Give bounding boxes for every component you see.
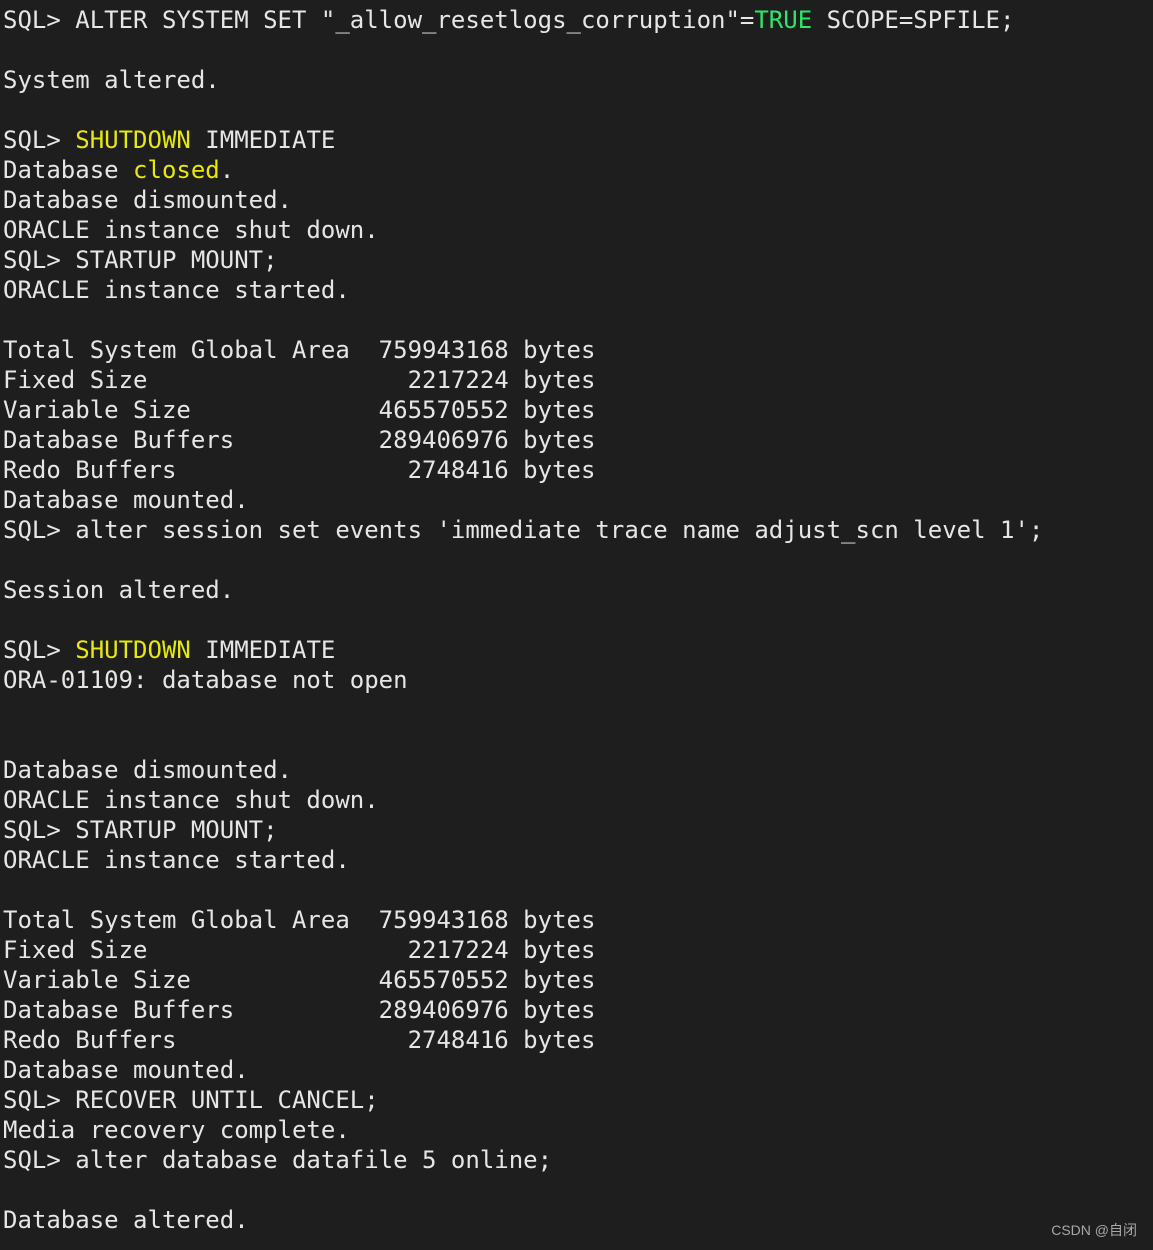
terminal-line: ORACLE instance started. — [3, 845, 1043, 875]
terminal-text: SCOPE=SPFILE; — [812, 6, 1015, 34]
terminal-line: SQL> ALTER SYSTEM SET "_allow_resetlogs_… — [3, 5, 1043, 35]
terminal-text: Session altered. — [3, 576, 235, 604]
terminal-line: Total System Global Area 759943168 bytes — [3, 905, 1043, 935]
terminal-line: SQL> RECOVER UNTIL CANCEL; — [3, 1085, 1043, 1115]
highlighted-keyword: closed — [133, 156, 220, 184]
terminal-line: SQL> SHUTDOWN IMMEDIATE — [3, 125, 1043, 155]
terminal-line: Database mounted. — [3, 1055, 1043, 1085]
csdn-watermark: CSDN @自闭 — [1051, 1222, 1137, 1238]
terminal-text: Total System Global Area 759943168 bytes — [3, 336, 596, 364]
terminal-line: SQL> SHUTDOWN IMMEDIATE — [3, 635, 1043, 665]
terminal-line: ORA-01109: database not open — [3, 665, 1043, 695]
terminal-text: SQL> ALTER SYSTEM SET "_allow_resetlogs_… — [3, 6, 755, 34]
terminal-line: SQL> STARTUP MOUNT; — [3, 815, 1043, 845]
terminal-line: ORACLE instance shut down. — [3, 215, 1043, 245]
terminal-line: Fixed Size 2217224 bytes — [3, 365, 1043, 395]
terminal-line: Database dismounted. — [3, 185, 1043, 215]
terminal-line: ORACLE instance started. — [3, 275, 1043, 305]
terminal-text: Database dismounted. — [3, 756, 292, 784]
terminal-text: Redo Buffers 2748416 bytes — [3, 456, 596, 484]
terminal-text: Database Buffers 289406976 bytes — [3, 996, 596, 1024]
terminal-text: Fixed Size 2217224 bytes — [3, 936, 596, 964]
terminal-text: SQL> RECOVER UNTIL CANCEL; — [3, 1086, 379, 1114]
terminal-line: Database dismounted. — [3, 755, 1043, 785]
terminal-text: SQL> alter database datafile 5 online; — [3, 1146, 553, 1174]
terminal-line: Variable Size 465570552 bytes — [3, 395, 1043, 425]
terminal-text: Variable Size 465570552 bytes — [3, 396, 596, 424]
terminal-line: Variable Size 465570552 bytes — [3, 965, 1043, 995]
terminal-text: IMMEDIATE — [190, 636, 336, 664]
terminal-text: ORA-01109: database not open — [3, 666, 408, 694]
terminal-line: Fixed Size 2217224 bytes — [3, 935, 1043, 965]
terminal-line: ORACLE instance shut down. — [3, 785, 1043, 815]
terminal-text: Redo Buffers 2748416 bytes — [3, 1026, 596, 1054]
terminal-text: SQL> — [3, 126, 76, 154]
terminal-text: SQL> — [3, 636, 76, 664]
terminal-line: Total System Global Area 759943168 bytes — [3, 335, 1043, 365]
terminal-text: Database — [3, 156, 134, 184]
terminal-line: Database Buffers 289406976 bytes — [3, 425, 1043, 455]
terminal-text: ORACLE instance started. — [3, 846, 350, 874]
terminal-line: SQL> alter session set events 'immediate… — [3, 515, 1043, 545]
terminal-text: Database Buffers 289406976 bytes — [3, 426, 596, 454]
terminal-text: System altered. — [3, 66, 220, 94]
terminal-output: SQL> ALTER SYSTEM SET "_allow_resetlogs_… — [3, 5, 1043, 1235]
terminal-text: SQL> STARTUP MOUNT; — [3, 246, 278, 274]
terminal-line: SQL> STARTUP MOUNT; — [3, 245, 1043, 275]
terminal-window[interactable]: SQL> ALTER SYSTEM SET "_allow_resetlogs_… — [0, 0, 1153, 1250]
highlighted-keyword: SHUTDOWN — [75, 126, 191, 154]
terminal-text: Database altered. — [3, 1206, 249, 1234]
terminal-text: Database dismounted. — [3, 186, 292, 214]
terminal-text: SQL> STARTUP MOUNT; — [3, 816, 278, 844]
terminal-line: Media recovery complete. — [3, 1115, 1043, 1145]
terminal-line: Database mounted. — [3, 485, 1043, 515]
highlighted-keyword: SHUTDOWN — [75, 636, 191, 664]
terminal-line: System altered. — [3, 65, 1043, 95]
terminal-text: Database mounted. — [3, 486, 249, 514]
terminal-line: Redo Buffers 2748416 bytes — [3, 455, 1043, 485]
highlighted-keyword: TRUE — [754, 6, 813, 34]
terminal-line: Database Buffers 289406976 bytes — [3, 995, 1043, 1025]
terminal-text: Total System Global Area 759943168 bytes — [3, 906, 596, 934]
terminal-text: . — [219, 156, 235, 184]
terminal-text: Media recovery complete. — [3, 1116, 350, 1144]
terminal-line: Database altered. — [3, 1205, 1043, 1235]
terminal-text: Database mounted. — [3, 1056, 249, 1084]
terminal-text: Variable Size 465570552 bytes — [3, 966, 596, 994]
terminal-text: ORACLE instance shut down. — [3, 216, 379, 244]
terminal-text: IMMEDIATE — [190, 126, 336, 154]
terminal-text: ORACLE instance shut down. — [3, 786, 379, 814]
terminal-text: SQL> alter session set events 'immediate… — [3, 516, 1044, 544]
terminal-line: Redo Buffers 2748416 bytes — [3, 1025, 1043, 1055]
terminal-line: Session altered. — [3, 575, 1043, 605]
terminal-line: SQL> alter database datafile 5 online; — [3, 1145, 1043, 1175]
terminal-text: ORACLE instance started. — [3, 276, 350, 304]
terminal-line: Database closed. — [3, 155, 1043, 185]
terminal-text: Fixed Size 2217224 bytes — [3, 366, 596, 394]
